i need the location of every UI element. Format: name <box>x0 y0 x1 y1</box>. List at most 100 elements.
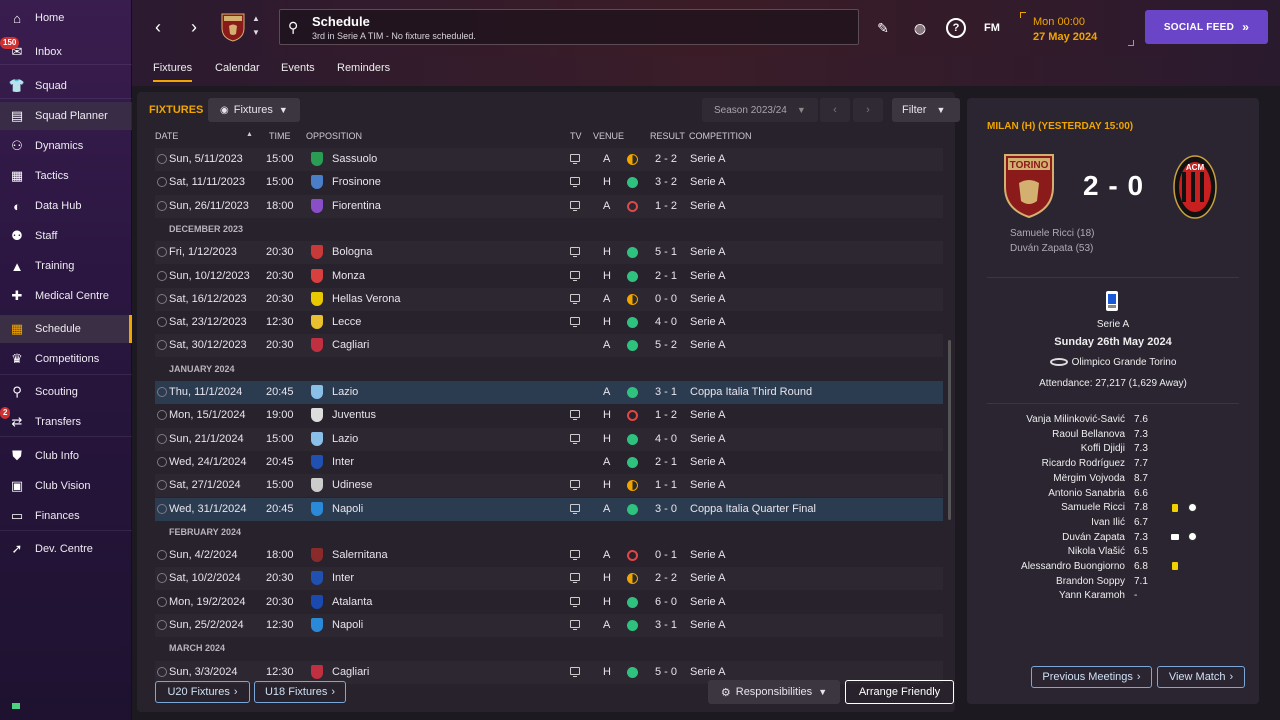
fixture-row[interactable]: Sun, 4/2/2024 18:00 Salernitana A 0 - 1 Serie… <box>155 544 943 567</box>
sidebar-item-transfers[interactable]: ⇄ Transfers 2 <box>0 407 132 436</box>
up-arrow-icon[interactable]: ▲ <box>252 14 260 23</box>
fm-menu-icon[interactable]: FM <box>982 18 1002 38</box>
game-date[interactable]: Mon 00:00 27 May 2024 <box>1020 12 1134 46</box>
fixture-row[interactable]: Sun, 5/11/2023 15:00 Sassuolo A 2 - 2 Serie A <box>155 148 943 171</box>
fixtures-view-dropdown[interactable]: ◉ Fixtures ▼ <box>208 98 300 122</box>
sidebar-item-schedule[interactable]: ▦ Schedule <box>0 315 132 343</box>
fixture-competition[interactable]: Serie A <box>690 666 725 678</box>
fixture-opponent[interactable]: Inter <box>332 572 354 584</box>
next-season-button[interactable]: › <box>853 98 883 122</box>
column-header-date[interactable]: DATE <box>155 131 178 141</box>
fixture-score[interactable]: 3 - 1 <box>655 386 677 398</box>
fixture-row[interactable]: Sun, 10/12/2023 20:30 Monza H 2 - 1 Serie A <box>155 265 943 288</box>
previous-season-button[interactable]: ‹ <box>820 98 850 122</box>
column-header-venue[interactable]: VENUE <box>593 131 624 141</box>
fixture-opponent[interactable]: Lecce <box>332 316 361 328</box>
fixtures-scrollbar[interactable] <box>948 340 951 520</box>
fixture-competition[interactable]: Serie A <box>690 293 725 305</box>
column-header-competition[interactable]: COMPETITION <box>689 131 752 141</box>
sort-ascending-icon[interactable]: ▲ <box>246 131 253 138</box>
fixture-competition[interactable]: Coppa Italia Third Round <box>690 386 812 398</box>
fixture-competition[interactable]: Serie A <box>690 409 725 421</box>
edit-icon[interactable]: ✎ <box>873 18 893 38</box>
fixture-opponent[interactable]: Inter <box>332 456 354 468</box>
page-search-box[interactable]: ⚲ Schedule 3rd in Serie A TIM - No fixtu… <box>279 9 859 45</box>
fixture-competition[interactable]: Serie A <box>690 200 725 212</box>
fixture-score[interactable]: 2 - 1 <box>655 270 677 282</box>
fixture-score[interactable]: 0 - 0 <box>655 293 677 305</box>
fixture-score[interactable]: 4 - 0 <box>655 433 677 445</box>
fixture-row[interactable]: Mon, 19/2/2024 20:30 Atalanta H 6 - 0 Serie A <box>155 591 943 614</box>
sidebar-item-competitions[interactable]: ♛ Competitions <box>0 345 132 373</box>
fixture-competition[interactable]: Serie A <box>690 176 725 188</box>
fixture-score[interactable]: 1 - 1 <box>655 479 677 491</box>
fixture-score[interactable]: 2 - 1 <box>655 456 677 468</box>
fixture-opponent[interactable]: Atalanta <box>332 596 372 608</box>
fixture-score[interactable]: 0 - 1 <box>655 549 677 561</box>
fixture-opponent[interactable]: Salernitana <box>332 549 388 561</box>
sidebar-item-data-hub[interactable]: ◐ Data Hub <box>0 192 132 220</box>
help-icon[interactable]: ? <box>946 18 966 38</box>
fixture-competition[interactable]: Serie A <box>690 596 725 608</box>
player-name[interactable]: Raoul Bellanova <box>967 429 1125 440</box>
sidebar-item-staff[interactable]: ⚉ Staff <box>0 222 132 250</box>
fixture-score[interactable]: 6 - 0 <box>655 596 677 608</box>
fixture-opponent[interactable]: Udinese <box>332 479 372 491</box>
tab-reminders[interactable]: Reminders <box>337 62 390 80</box>
fixture-opponent[interactable]: Napoli <box>332 503 363 515</box>
milan-crest-icon[interactable]: ACM <box>1172 154 1218 220</box>
fixture-row[interactable]: Sun, 21/1/2024 15:00 Lazio H 4 - 0 Serie A <box>155 427 943 451</box>
player-name[interactable]: Alessandro Buongiorno <box>967 561 1125 572</box>
sidebar-item-scouting[interactable]: ⚲ Scouting <box>0 378 132 406</box>
sidebar-item-dynamics[interactable]: ⚇ Dynamics <box>0 132 132 160</box>
fixture-opponent[interactable]: Hellas Verona <box>332 293 401 305</box>
fixture-opponent[interactable]: Lazio <box>332 386 358 398</box>
fixture-competition[interactable]: Serie A <box>690 270 725 282</box>
tab-calendar[interactable]: Calendar <box>215 62 260 80</box>
player-name[interactable]: Koffi Djidji <box>967 443 1125 454</box>
social-feed-button[interactable]: SOCIAL FEED » <box>1145 10 1268 44</box>
column-header-time[interactable]: TIME <box>269 131 291 141</box>
view-match-button[interactable]: View Match › <box>1157 666 1245 688</box>
fixture-score[interactable]: 5 - 2 <box>655 339 677 351</box>
fixture-competition[interactable]: Serie A <box>690 572 725 584</box>
fixture-row[interactable]: Fri, 1/12/2023 20:30 Bologna H 5 - 1 Serie A <box>155 241 943 265</box>
fixture-opponent[interactable]: Fiorentina <box>332 200 381 212</box>
fixture-opponent[interactable]: Cagliari <box>332 339 369 351</box>
player-name[interactable]: Samuele Ricci <box>967 502 1125 513</box>
column-header-opposition[interactable]: OPPOSITION <box>306 131 362 141</box>
fixture-score[interactable]: 5 - 1 <box>655 246 677 258</box>
fixture-row[interactable]: Sat, 11/11/2023 15:00 Frosinone H 3 - 2 Serie… <box>155 171 943 194</box>
fixture-score[interactable]: 3 - 1 <box>655 619 677 631</box>
u20-fixtures-button[interactable]: U20 Fixtures › <box>155 681 250 703</box>
fixture-row[interactable]: Sun, 25/2/2024 12:30 Napoli A 3 - 1 Serie A <box>155 614 943 637</box>
player-name[interactable]: Antonio Sanabria <box>967 488 1125 499</box>
player-name[interactable]: Duván Zapata <box>967 532 1125 543</box>
fixture-score[interactable]: 1 - 2 <box>655 200 677 212</box>
sidebar-item-dev-centre[interactable]: ➚ Dev. Centre <box>0 535 132 563</box>
fixture-row[interactable]: Sat, 10/2/2024 20:30 Inter H 2 - 2 Serie A <box>155 567 943 591</box>
fixture-score[interactable]: 1 - 2 <box>655 409 677 421</box>
player-name[interactable]: Yann Karamoh <box>967 590 1125 601</box>
fixture-score[interactable]: 3 - 2 <box>655 176 677 188</box>
u18-fixtures-button[interactable]: U18 Fixtures › <box>254 681 346 703</box>
globe-icon[interactable]: ◍ <box>910 18 930 38</box>
player-name[interactable]: Nikola Vlašić <box>967 546 1125 557</box>
club-crest-icon[interactable] <box>221 12 245 42</box>
fixture-opponent[interactable]: Frosinone <box>332 176 381 188</box>
fixture-row[interactable]: Sat, 30/12/2023 20:30 Cagliari A 5 - 2 Serie … <box>155 334 943 358</box>
sidebar-item-squad-planner[interactable]: ▤ Squad Planner <box>0 102 132 130</box>
fixture-score[interactable]: 2 - 2 <box>655 572 677 584</box>
fixture-competition[interactable]: Serie A <box>690 456 725 468</box>
fixture-opponent[interactable]: Bologna <box>332 246 372 258</box>
back-arrow-icon[interactable]: ‹ <box>148 14 168 40</box>
fixture-row[interactable]: Sat, 27/1/2024 15:00 Udinese H 1 - 1 Serie A <box>155 474 943 498</box>
fixture-score[interactable]: 5 - 0 <box>655 666 677 678</box>
fixture-opponent[interactable]: Napoli <box>332 619 363 631</box>
previous-meetings-button[interactable]: Previous Meetings › <box>1031 666 1152 688</box>
fixture-opponent[interactable]: Lazio <box>332 433 358 445</box>
fixture-competition[interactable]: Serie A <box>690 619 725 631</box>
down-arrow-icon[interactable]: ▼ <box>252 28 260 37</box>
sidebar-item-squad[interactable]: 👕 Squad <box>0 72 132 100</box>
fixture-row[interactable]: Wed, 24/1/2024 20:45 Inter A 2 - 1 Serie A <box>155 451 943 474</box>
